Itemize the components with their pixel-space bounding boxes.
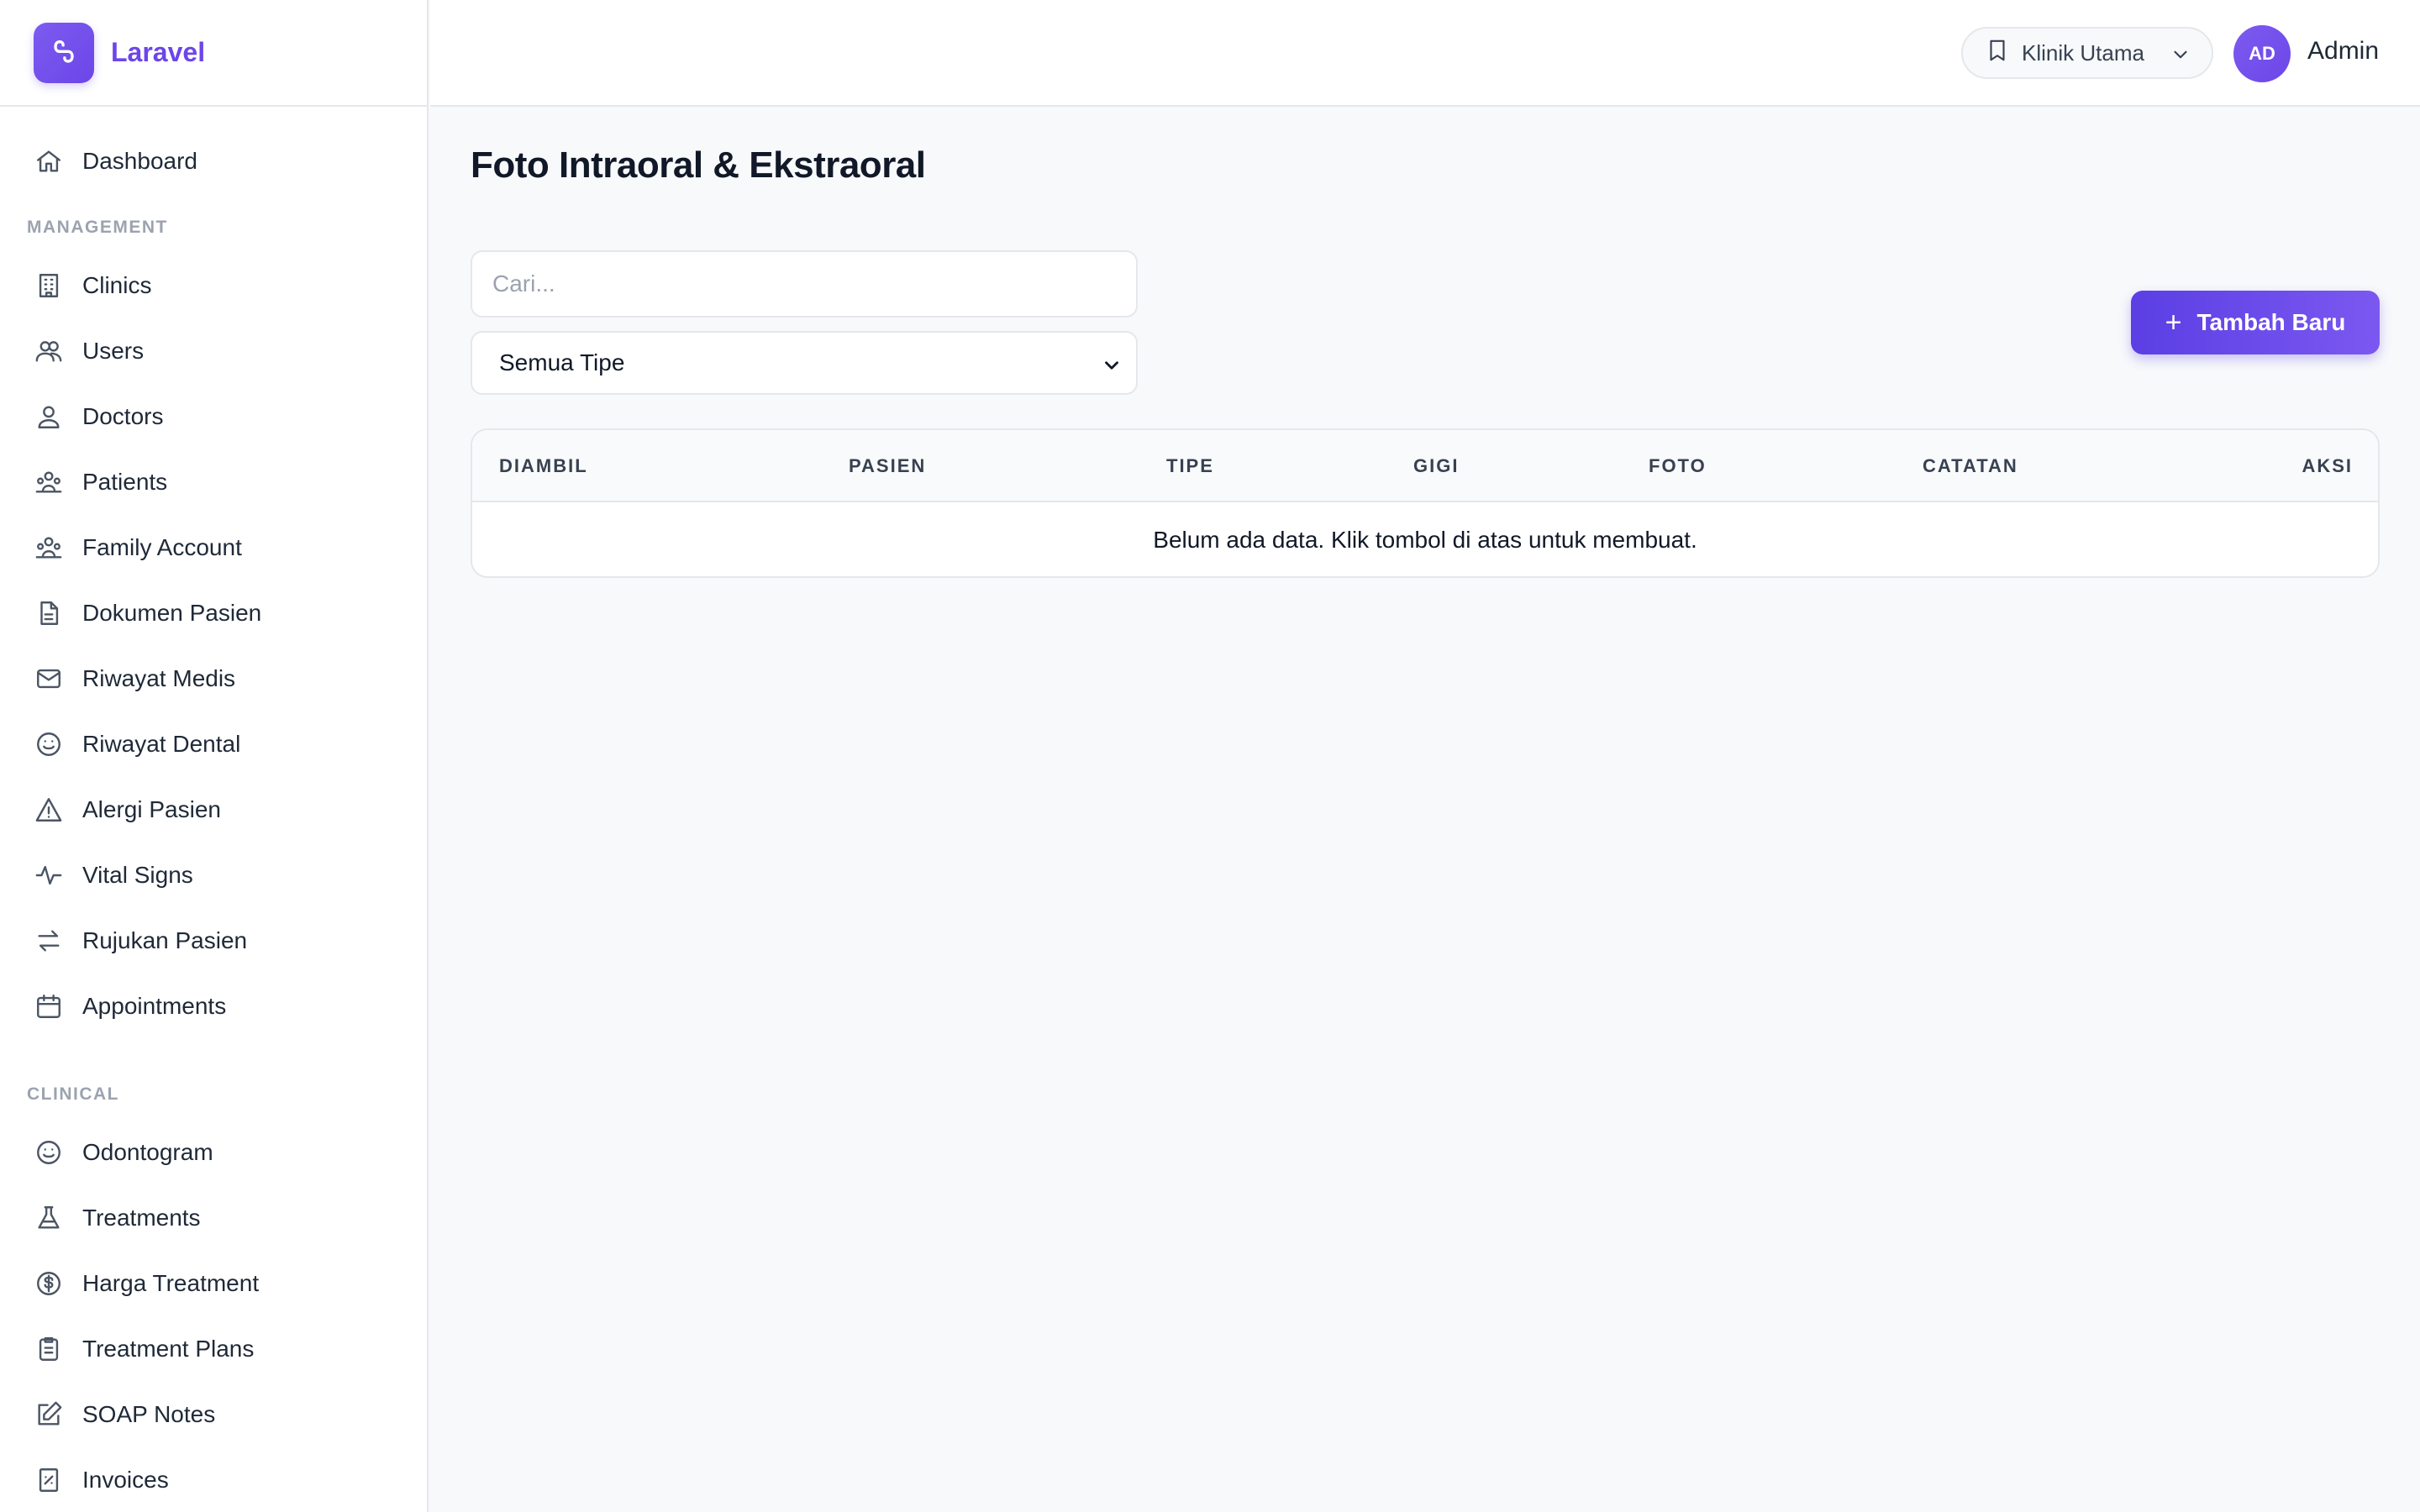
sidebar-item-label: Family Account xyxy=(82,534,242,560)
sidebar-item-label: Riwayat Dental xyxy=(82,731,241,757)
clinic-selector[interactable]: Klinik Utama xyxy=(1961,27,2213,79)
page-title: Foto Intraoral & Ekstraoral xyxy=(471,144,926,186)
sidebar-item-label: Clinics xyxy=(82,272,152,298)
column-header-aksi: AKSI xyxy=(2302,455,2353,476)
brand[interactable]: Laravel xyxy=(0,0,427,107)
sidebar-item-dokumen-pasien[interactable]: Dokumen Pasien xyxy=(0,580,427,646)
sidebar-item-doctors[interactable]: Doctors xyxy=(0,384,427,449)
column-header-tipe: TIPE xyxy=(1166,455,1214,476)
chevron-down-icon xyxy=(1101,354,1123,382)
sidebar-item-label: SOAP Notes xyxy=(82,1401,216,1427)
sidebar-item-alergi-pasien[interactable]: Alergi Pasien xyxy=(0,777,427,843)
clinic-selector-label: Klinik Utama xyxy=(2022,39,2144,66)
add-new-button-label: Tambah Baru xyxy=(2196,309,2346,335)
sidebar-item-label: Vital Signs xyxy=(82,862,193,888)
home-icon xyxy=(34,146,64,176)
warning-icon xyxy=(34,795,64,825)
sidebar-item-label: Harga Treatment xyxy=(82,1270,260,1296)
sidebar-item-odontogram[interactable]: Odontogram xyxy=(0,1120,427,1185)
dollar-icon xyxy=(34,1268,64,1299)
clipboard-icon xyxy=(34,1334,64,1364)
sidebar-item-users[interactable]: Users xyxy=(0,318,427,384)
user-icon xyxy=(34,402,64,432)
smile-icon xyxy=(34,729,64,759)
column-header-diambil: DIAMBIL xyxy=(499,455,588,476)
smile-icon xyxy=(34,1137,64,1168)
brand-name: Laravel xyxy=(111,37,206,67)
sidebar-item-label: Users xyxy=(82,338,145,364)
sidebar-item-label: Dashboard xyxy=(82,148,197,174)
sidebar-item-label: Appointments xyxy=(82,993,227,1019)
arrows-icon xyxy=(34,926,64,956)
sidebar-item-label: Rujukan Pasien xyxy=(82,927,248,953)
users-icon xyxy=(34,336,64,366)
building-icon xyxy=(34,270,64,301)
sidebar-item-label: Dokumen Pasien xyxy=(82,600,262,626)
sidebar-item-vital-signs[interactable]: Vital Signs xyxy=(0,843,427,908)
user-name[interactable]: Admin xyxy=(2307,37,2379,66)
user-group-icon xyxy=(34,467,64,497)
sidebar-item-harga-treatment[interactable]: Harga Treatment xyxy=(0,1251,427,1316)
bookmark-icon xyxy=(1985,38,2010,69)
sidebar-item-treatment-plans[interactable]: Treatment Plans xyxy=(0,1316,427,1382)
sidebar-item-dashboard[interactable]: Dashboard xyxy=(0,129,427,194)
table-header: DIAMBIL PASIEN TIPE GIGI FOTO CATATAN AK… xyxy=(472,430,2378,502)
sidebar-item-label: Treatments xyxy=(82,1205,201,1231)
envelope-icon xyxy=(34,664,64,694)
section-title-clinical: CLINICAL xyxy=(27,1084,119,1104)
sidebar-item-label: Patients xyxy=(82,469,168,495)
sidebar-item-rujukan-pasien[interactable]: Rujukan Pasien xyxy=(0,908,427,974)
sidebar-item-invoices[interactable]: Invoices xyxy=(0,1447,427,1512)
sidebar: Laravel Dashboard MANAGEMENT Clinics Use… xyxy=(0,0,429,1512)
document-icon xyxy=(34,598,64,628)
avatar[interactable]: AD xyxy=(2233,25,2291,82)
search-input[interactable] xyxy=(471,250,1138,318)
sidebar-item-label: Alergi Pasien xyxy=(82,796,221,822)
chevron-down-icon xyxy=(2170,44,2191,71)
brand-logo-icon xyxy=(34,22,94,83)
calendar-icon xyxy=(34,991,64,1021)
sidebar-item-treatments[interactable]: Treatments xyxy=(0,1185,427,1251)
sidebar-item-soap-notes[interactable]: SOAP Notes xyxy=(0,1382,427,1447)
column-header-gigi: GIGI xyxy=(1413,455,1460,476)
table-empty-message: Belum ada data. Klik tombol di atas untu… xyxy=(1153,527,1697,553)
receipt-icon xyxy=(34,1465,64,1495)
sidebar-item-label: Odontogram xyxy=(82,1139,213,1165)
edit-icon xyxy=(34,1399,64,1430)
sidebar-item-clinics[interactable]: Clinics xyxy=(0,253,427,318)
sidebar-nav: Dashboard MANAGEMENT Clinics Users Docto… xyxy=(0,107,427,1512)
section-title-management: MANAGEMENT xyxy=(27,218,168,237)
sidebar-item-label: Riwayat Medis xyxy=(82,665,236,691)
type-filter-value: Semua Tipe xyxy=(499,349,625,375)
pulse-icon xyxy=(34,860,64,890)
type-filter-select[interactable]: Semua Tipe xyxy=(471,331,1138,395)
sidebar-item-riwayat-medis[interactable]: Riwayat Medis xyxy=(0,646,427,711)
column-header-pasien: PASIEN xyxy=(849,455,927,476)
sidebar-item-label: Treatment Plans xyxy=(82,1336,255,1362)
sidebar-item-label: Doctors xyxy=(82,403,164,429)
sidebar-item-label: Invoices xyxy=(82,1467,169,1493)
column-header-catatan: CATATAN xyxy=(1923,455,2018,476)
add-new-button[interactable]: + Tambah Baru xyxy=(2131,291,2380,354)
column-header-foto: FOTO xyxy=(1649,455,1707,476)
plus-icon: + xyxy=(2165,306,2182,339)
sidebar-item-family-account[interactable]: Family Account xyxy=(0,515,427,580)
photos-table: DIAMBIL PASIEN TIPE GIGI FOTO CATATAN AK… xyxy=(471,428,2380,578)
sidebar-item-patients[interactable]: Patients xyxy=(0,449,427,515)
user-group-icon xyxy=(34,533,64,563)
flask-icon xyxy=(34,1203,64,1233)
sidebar-item-riwayat-dental[interactable]: Riwayat Dental xyxy=(0,711,427,777)
sidebar-item-appointments[interactable]: Appointments xyxy=(0,974,427,1039)
